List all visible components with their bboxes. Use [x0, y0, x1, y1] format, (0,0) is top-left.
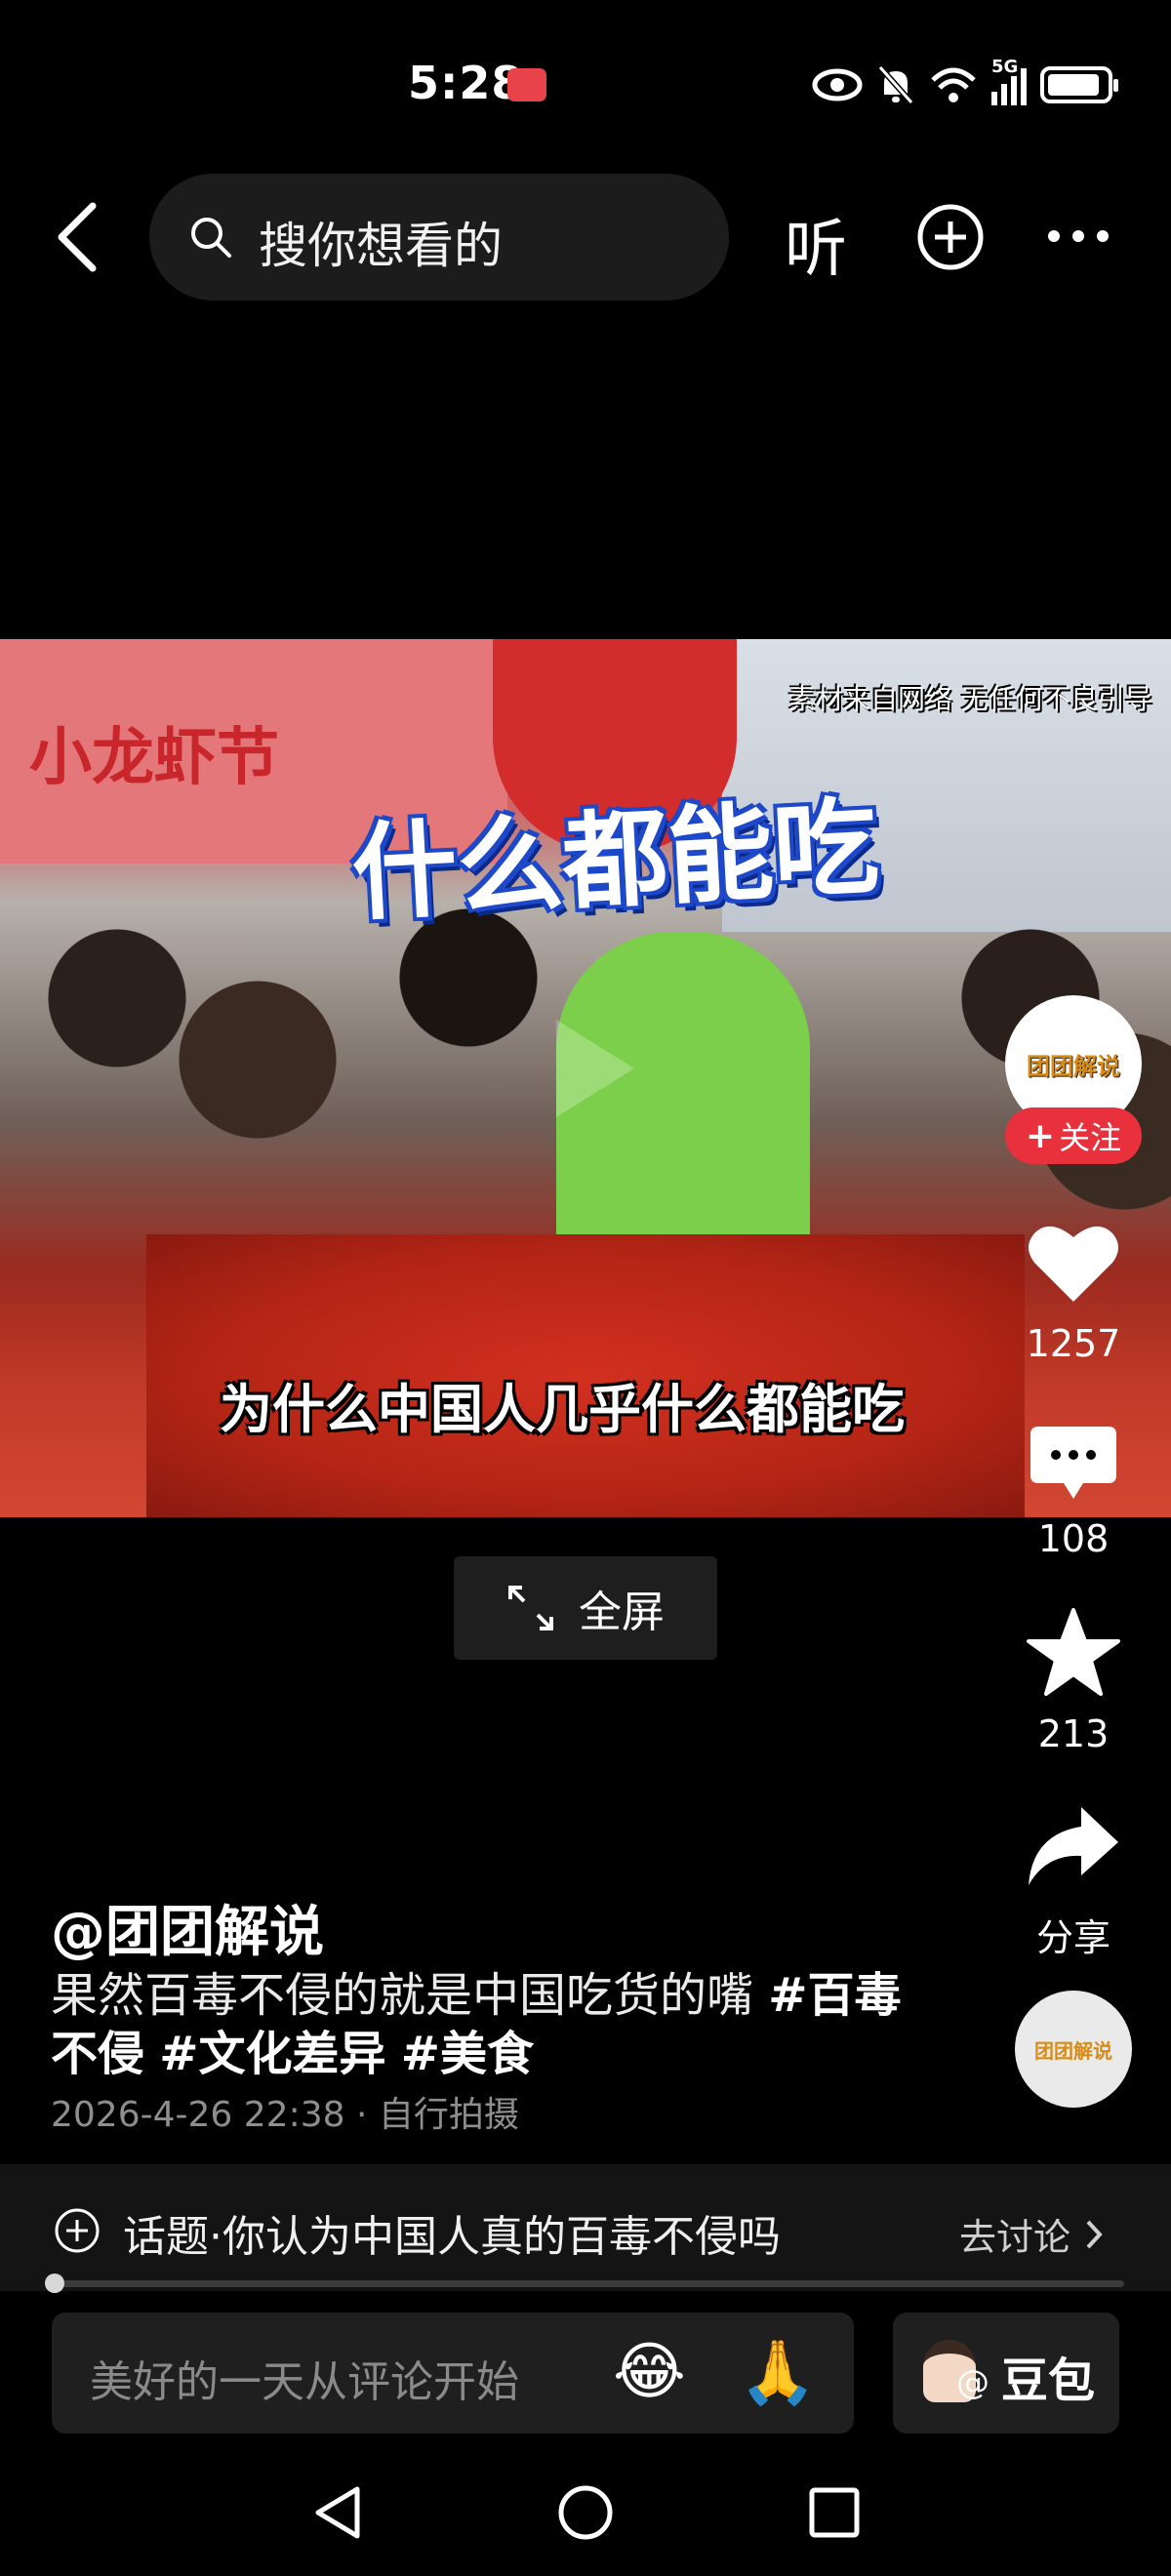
post-date: 2026-4-26 22:38: [51, 2095, 345, 2135]
at-icon: @: [956, 2363, 989, 2402]
nav-home-icon[interactable]: [556, 2483, 615, 2542]
search-icon: [191, 218, 231, 258]
network-type: 5G: [991, 57, 1019, 77]
discuss-label: 去讨论: [959, 2216, 1071, 2259]
video-festival-sign: 小龙虾节: [29, 722, 279, 794]
add-icon[interactable]: [915, 202, 986, 272]
battery-icon: [1040, 66, 1118, 103]
comment-count: 108: [1037, 1517, 1110, 1560]
chevron-right-icon: [1086, 2220, 1103, 2248]
progress-handle[interactable]: [45, 2274, 64, 2293]
follow-button[interactable]: + 关注: [1005, 1107, 1142, 1164]
post-meta: 2026-4-26 22:38 · 自行拍摄: [51, 2086, 519, 2137]
nav-recent-icon[interactable]: [808, 2486, 861, 2539]
comment-placeholder: 美好的一天从评论开始: [90, 2357, 519, 2407]
music-disc-logo: 团团解说: [1034, 2038, 1112, 2063]
fullscreen-button[interactable]: 全屏: [454, 1556, 717, 1660]
music-disc[interactable]: 团团解说: [1015, 1991, 1132, 2108]
search-placeholder: 搜你想看的: [259, 218, 503, 274]
nav-back-icon[interactable]: [310, 2483, 365, 2542]
author-name[interactable]: @团团解说: [51, 1888, 324, 1967]
eye-icon: [812, 68, 863, 101]
signal-bar: [1001, 84, 1007, 105]
pray-emoji-button[interactable]: 🙏: [739, 2336, 817, 2409]
listen-button[interactable]: 听: [785, 199, 847, 289]
hashtag[interactable]: #文化差异: [159, 2027, 385, 2081]
plus-icon: +: [1025, 1115, 1056, 1156]
status-time: 5:28: [408, 57, 524, 109]
video-player[interactable]: 小龙虾节 素材来自网络 无任何不良引导 什么都能吃 为什么中国人几乎什么都能吃: [0, 639, 1171, 1517]
like-heart-icon[interactable]: [1027, 1220, 1120, 1304]
discuss-link[interactable]: 去讨论: [959, 2207, 1104, 2261]
signal-bar: [1021, 68, 1027, 105]
video-subtitle: 为什么中国人几乎什么都能吃: [220, 1379, 905, 1440]
topic-plus-icon: [55, 2208, 100, 2253]
laugh-emoji-button[interactable]: 😂: [613, 2336, 686, 2408]
post-caption: 果然百毒不侵的就是中国吃货的嘴 #百毒不侵 #文化差异 #美食: [51, 1966, 929, 2083]
status-icons: 5G: [812, 57, 1118, 109]
expand-icon: [508, 1586, 553, 1630]
notification-badge-icon: [507, 68, 546, 101]
comment-icon[interactable]: [1029, 1425, 1118, 1503]
meta-separator: ·: [344, 2095, 379, 2135]
fullscreen-label: 全屏: [579, 1588, 665, 1637]
share-label[interactable]: 分享: [995, 1908, 1151, 1961]
share-arrow-icon[interactable]: [1027, 1805, 1120, 1887]
avatar-logo: 团团解说: [1027, 1052, 1120, 1080]
favorite-count: 213: [1037, 1712, 1110, 1755]
like-count: 1257: [1026, 1322, 1121, 1365]
signal-indicator: 5G: [991, 57, 1027, 105]
topic-label: 话题·你认为中国人真的百毒不侵吗: [123, 2212, 781, 2262]
video-title-overlay: 什么都能吃: [348, 785, 882, 937]
mute-bell-icon: [877, 65, 914, 104]
doubao-label: 豆包: [1001, 2354, 1096, 2408]
video-watermark: 素材来自网络 无任何不良引导: [788, 683, 1152, 715]
wifi-icon: [931, 67, 976, 102]
play-icon: [556, 1020, 634, 1117]
follow-label: 关注: [1059, 1119, 1122, 1156]
signal-bar: [1011, 76, 1017, 105]
hashtag[interactable]: #美食: [401, 2027, 534, 2081]
favorite-star-icon[interactable]: [1027, 1608, 1120, 1698]
post-source: 自行拍摄: [378, 2095, 519, 2135]
caption-text: 果然百毒不侵的就是中国吃货的嘴: [51, 1968, 769, 2023]
more-icon[interactable]: [1044, 226, 1112, 246]
progress-track[interactable]: [51, 2280, 1124, 2287]
back-icon[interactable]: [54, 200, 102, 274]
signal-bar: [991, 92, 997, 105]
